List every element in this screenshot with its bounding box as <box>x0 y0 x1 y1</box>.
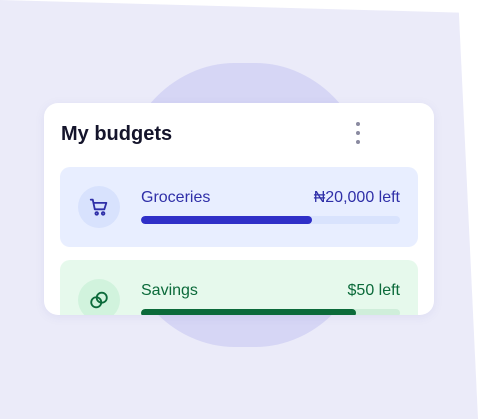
progress-fill <box>141 309 356 315</box>
progress-fill <box>141 216 312 224</box>
card-title: My budgets <box>61 123 173 145</box>
progress-track <box>141 216 400 224</box>
more-vertical-icon[interactable] <box>350 121 366 145</box>
budget-row-groceries[interactable]: Groceries ₦20,000 left <box>60 167 418 247</box>
budget-amount: $50 left <box>347 282 400 299</box>
budget-row-savings[interactable]: Savings $50 left <box>60 260 418 315</box>
progress-track <box>141 309 400 315</box>
coins-icon <box>78 279 120 315</box>
shopping-cart-icon <box>78 186 120 228</box>
budgets-card: My budgets Groceries ₦20,000 left Saving… <box>44 103 434 315</box>
budget-amount: ₦20,000 left <box>313 189 400 206</box>
budget-label: Savings <box>141 282 198 299</box>
budget-label: Groceries <box>141 189 211 206</box>
